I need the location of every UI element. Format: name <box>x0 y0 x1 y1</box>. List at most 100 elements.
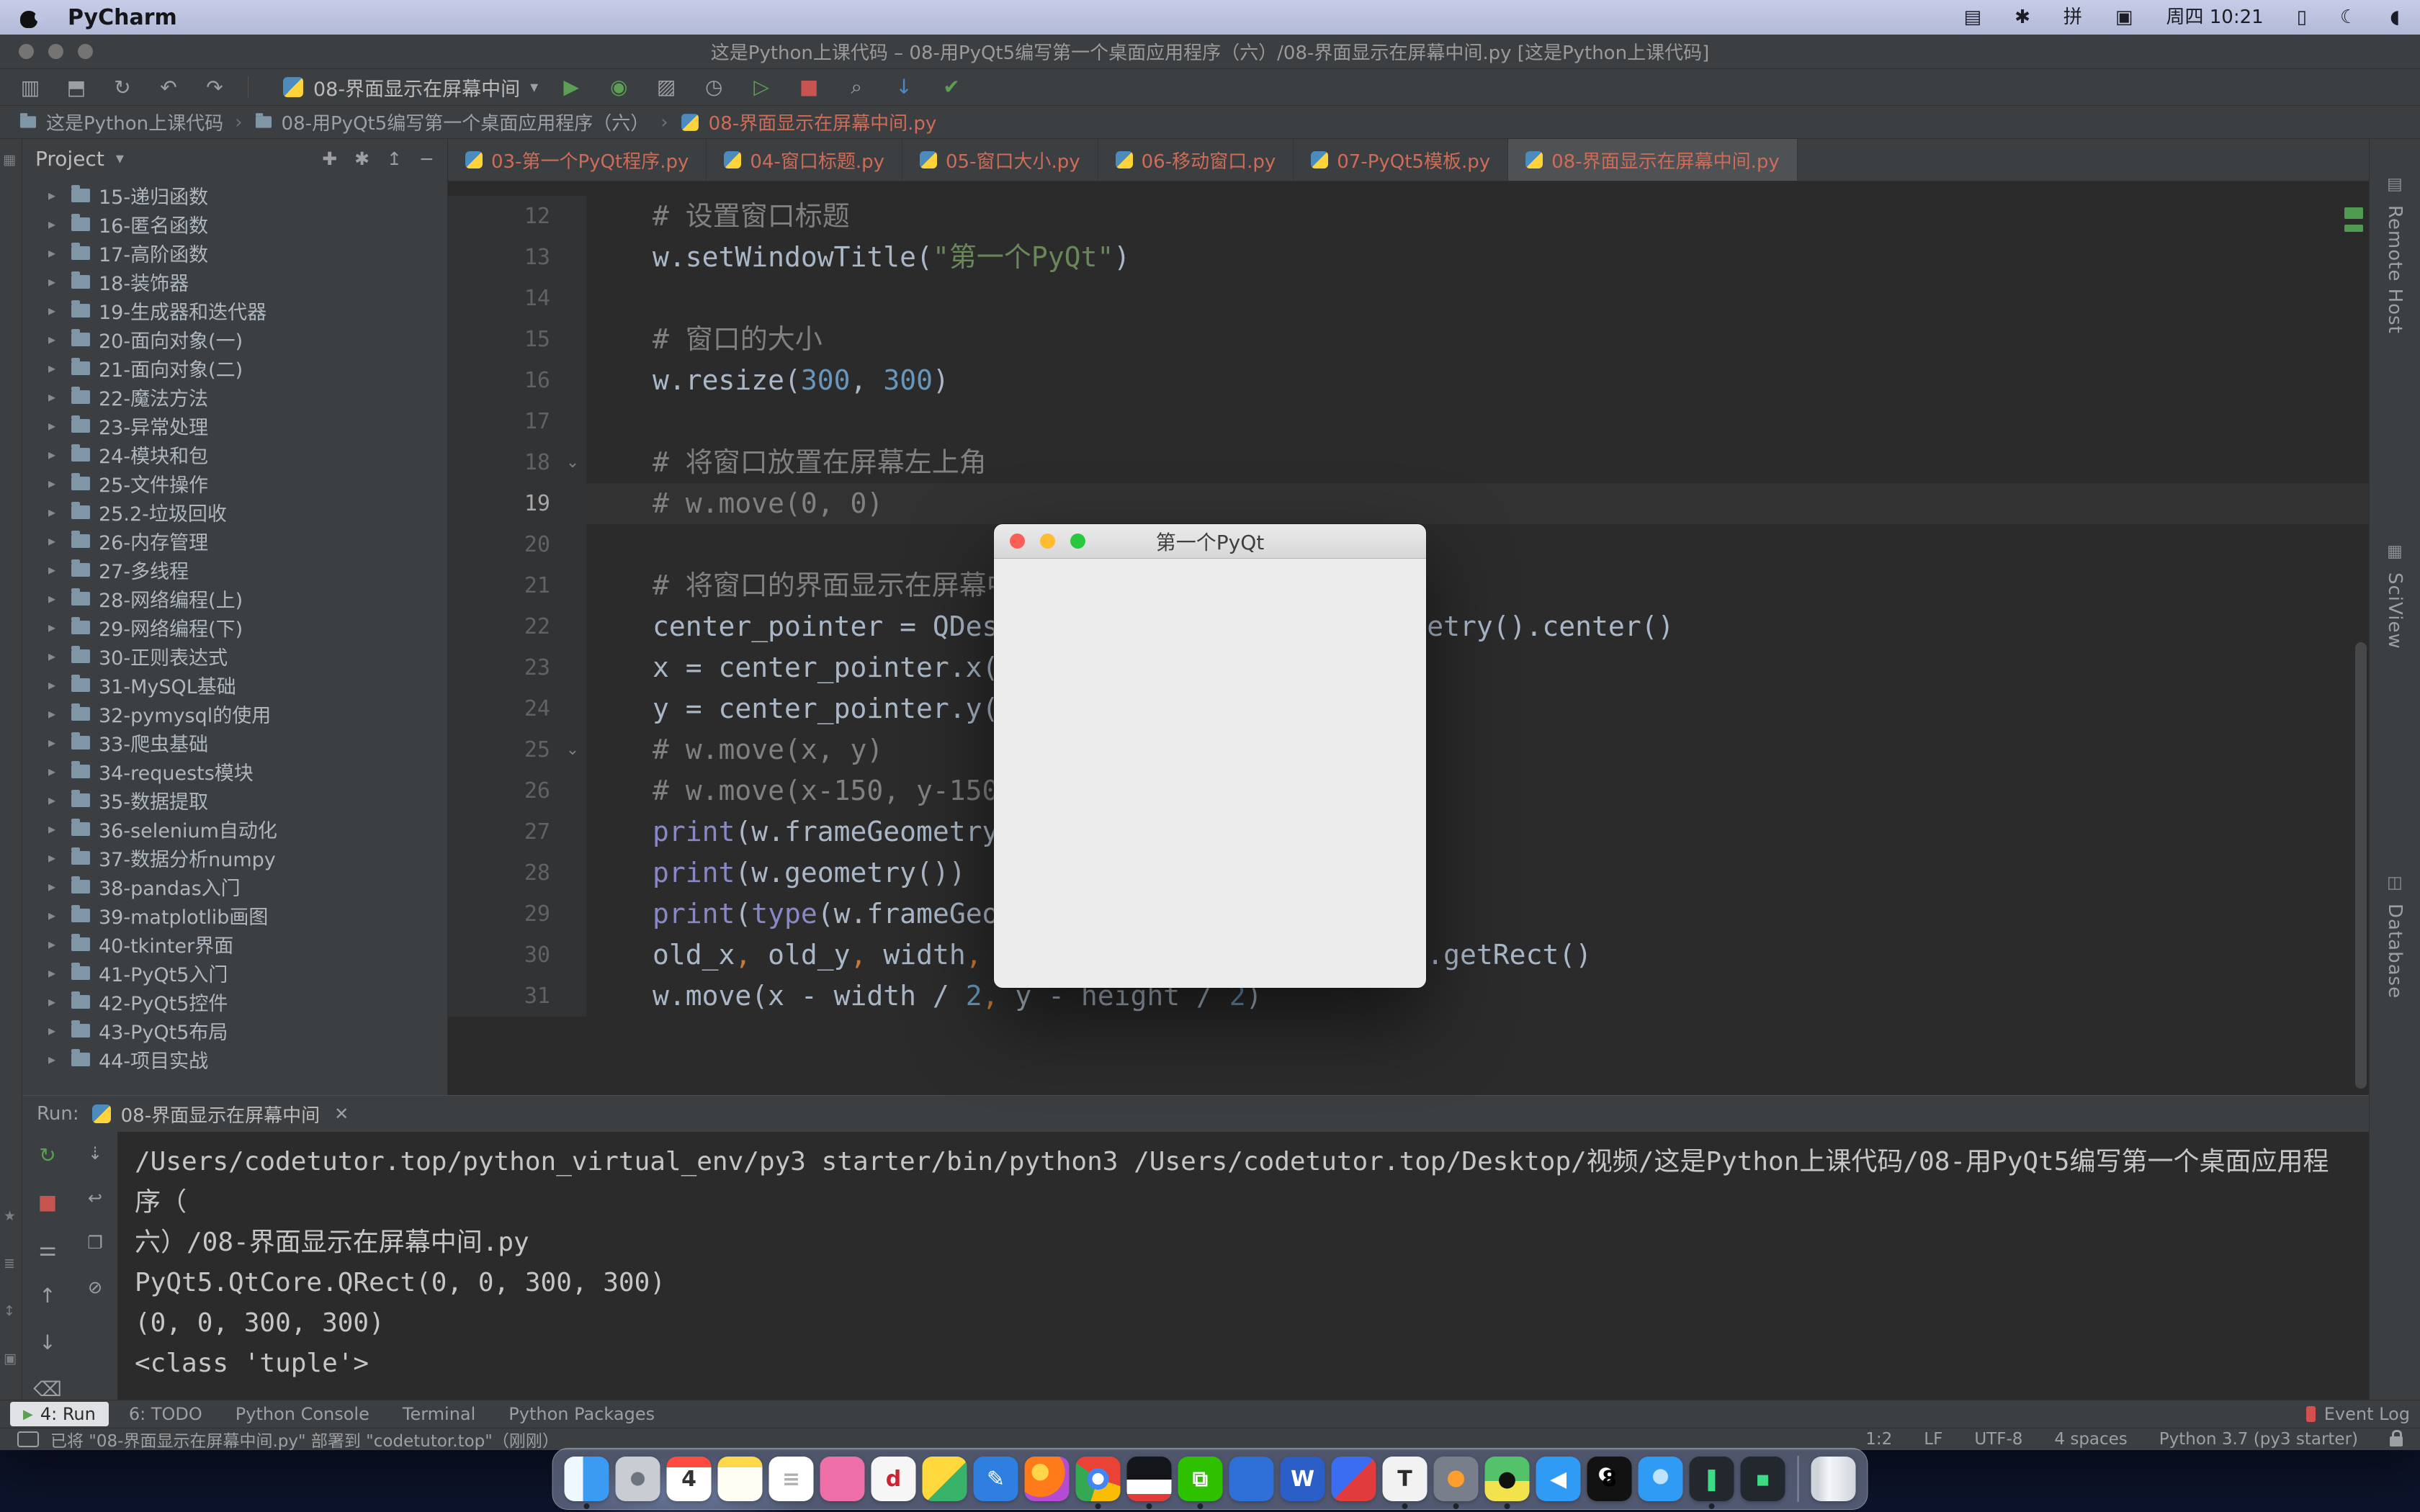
editor-tab[interactable]: 07-PyQt5模板.py <box>1294 139 1508 181</box>
code-line[interactable]: 12# 设置窗口标题 <box>448 196 2369 237</box>
coverage-icon[interactable]: ▨ <box>653 75 679 99</box>
tree-item[interactable]: ▸21-面向对象(二) <box>22 354 447 382</box>
chevron-right-icon[interactable]: ▸ <box>48 734 63 751</box>
up-stack-icon[interactable]: ↑ <box>39 1284 55 1308</box>
tool-window-button-sciview[interactable]: ▦SciView <box>2370 542 2420 649</box>
pyqt-traffic-lights[interactable] <box>1010 534 1085 549</box>
tree-item[interactable]: ▸40-tkinter界面 <box>22 930 447 958</box>
tree-item[interactable]: ▸39-matplotlib画图 <box>22 901 447 930</box>
tree-item[interactable]: ▸26-内存管理 <box>22 526 447 555</box>
tree-item[interactable]: ▸28-网络编程(上) <box>22 584 447 613</box>
pyqt-zoom-button[interactable] <box>1070 534 1085 549</box>
word-app-icon[interactable]: W <box>1281 1457 1325 1501</box>
bottom-tab-6-todo[interactable]: 6: TODO <box>116 1402 215 1426</box>
pyqt-app-window[interactable]: 第一个PyQt <box>994 524 1426 988</box>
stop-icon[interactable]: ■ <box>796 75 822 99</box>
green-oval-app-icon[interactable] <box>923 1457 967 1501</box>
code-line[interactable]: 13w.setWindowTitle("第一个PyQt") <box>448 237 2369 278</box>
redo-icon[interactable]: ↷ <box>202 76 228 99</box>
run-configuration-selector[interactable]: 08-界面显示在屏幕中间 ▾ <box>283 73 538 102</box>
window-traffic-lights[interactable] <box>19 44 93 59</box>
apple-menu-icon[interactable] <box>20 6 39 28</box>
profiler-icon[interactable]: ◷ <box>701 75 727 99</box>
breadcrumb-item[interactable]: 这是Python上课代码 <box>19 109 223 135</box>
input-method-icon[interactable]: 拼 <box>2063 0 2082 35</box>
tree-item[interactable]: ▸24-模块和包 <box>22 440 447 469</box>
hide-icon[interactable]: − <box>419 148 434 169</box>
code-line[interactable]: 16w.resize(300, 300) <box>448 360 2369 401</box>
tree-item[interactable]: ▸25.2-垃圾回收 <box>22 498 447 526</box>
minimize-window-button[interactable] <box>48 44 63 59</box>
chevron-right-icon[interactable]: ▸ <box>48 359 63 377</box>
code-line[interactable]: 19# w.move(0, 0) <box>448 483 2369 524</box>
project-panel-header[interactable]: Project ▾ ✚✱↥− <box>22 139 447 178</box>
dash-icon[interactable]: d <box>871 1457 916 1501</box>
phone-icon[interactable]: ▯ <box>2297 0 2307 35</box>
tree-item[interactable]: ▸31-MySQL基础 <box>22 670 447 699</box>
pyqt-title-bar[interactable]: 第一个PyQt <box>994 524 1426 559</box>
bottom-tab-python-console[interactable]: Python Console <box>223 1402 382 1426</box>
chevron-right-icon[interactable]: ▸ <box>48 964 63 981</box>
editor-tab[interactable]: 06-移动窗口.py <box>1098 139 1294 181</box>
status-bar-icon[interactable] <box>17 1431 39 1447</box>
utools-icon[interactable] <box>1434 1457 1479 1501</box>
system-preferences-icon[interactable] <box>616 1457 660 1501</box>
pyqt-minimize-button[interactable] <box>1040 534 1055 549</box>
chevron-right-icon[interactable]: ▸ <box>48 330 63 348</box>
pdf-app-icon[interactable] <box>1332 1457 1376 1501</box>
chevron-right-icon[interactable]: ▸ <box>48 993 63 1010</box>
expand-all-icon[interactable]: ✚ <box>322 148 337 169</box>
tree-item[interactable]: ▸19-生成器和迭代器 <box>22 296 447 325</box>
chevron-right-icon[interactable]: ▸ <box>48 186 63 204</box>
tool-window-button-remote-host[interactable]: ▤Remote Host <box>2370 175 2420 334</box>
blue-pencil-app-icon[interactable]: ✎ <box>974 1457 1018 1501</box>
bottom-tab-python-packages[interactable]: Python Packages <box>496 1402 668 1426</box>
pink-app-icon[interactable] <box>820 1457 865 1501</box>
wechat-icon[interactable]: ⧉ <box>1178 1457 1223 1501</box>
chevron-right-icon[interactable]: ▸ <box>48 388 63 405</box>
tool-window-button-database[interactable]: ◫Database <box>2370 873 2420 999</box>
siri-icon[interactable]: ◖ <box>2390 0 2400 35</box>
editor-tab[interactable]: 05-窗口大小.py <box>902 139 1098 181</box>
chevron-right-icon[interactable]: ▸ <box>48 647 63 665</box>
chevron-right-icon[interactable]: ▸ <box>48 906 63 924</box>
tree-item[interactable]: ▸16-匿名函数 <box>22 210 447 238</box>
project-tool-icon[interactable]: ▦ <box>3 152 16 168</box>
code-line[interactable]: 17 <box>448 401 2369 442</box>
soft-wrap-icon[interactable]: ↩ <box>88 1188 102 1208</box>
tree-item[interactable]: ▸38-pandas入门 <box>22 872 447 901</box>
camera-icon[interactable]: ▣ <box>2115 0 2133 35</box>
ide-title-bar[interactable]: 这是Python上课代码 – 08-用PyQt5编写第一个桌面应用程序（六）/0… <box>0 35 2420 69</box>
chevron-right-icon[interactable]: ▸ <box>48 618 63 636</box>
status-widget[interactable]: LF <box>1924 1430 1942 1449</box>
chevron-right-icon[interactable]: ▸ <box>48 878 63 895</box>
notes-icon[interactable] <box>718 1457 763 1501</box>
save-all-icon[interactable]: ⬒ <box>63 76 89 99</box>
tree-item[interactable]: ▸23-异常处理 <box>22 411 447 440</box>
eight-ball-app-icon[interactable]: 8 <box>1587 1457 1632 1501</box>
panda-app-icon[interactable]: ● <box>1485 1457 1530 1501</box>
textedit-icon[interactable]: ≡ <box>769 1457 814 1501</box>
close-window-button[interactable] <box>19 44 34 59</box>
tree-item[interactable]: ▸27-多线程 <box>22 555 447 584</box>
fold-marker-icon[interactable]: ⌄ <box>559 741 586 759</box>
bottom-tab-terminal[interactable]: Terminal <box>390 1402 488 1426</box>
status-widget[interactable]: 1:2 <box>1865 1430 1892 1449</box>
chevron-right-icon[interactable]: ▸ <box>48 302 63 319</box>
clock-text[interactable]: 周四 10:21 <box>2166 0 2263 35</box>
print-icon[interactable]: ❐ <box>87 1233 103 1253</box>
chevron-right-icon[interactable]: ▸ <box>48 791 63 809</box>
structure-tool-icon[interactable]: ≣ <box>4 1256 17 1272</box>
tree-item[interactable]: ▸37-数据分析numpy <box>22 843 447 872</box>
pyqt-close-button[interactable] <box>1010 534 1025 549</box>
chevron-right-icon[interactable]: ▸ <box>48 1022 63 1039</box>
breadcrumb-item[interactable]: 08-用PyQt5编写第一个桌面应用程序（六） <box>254 109 650 135</box>
flower-icon[interactable]: ✱ <box>2015 0 2030 35</box>
close-icon[interactable]: ✕ <box>334 1104 349 1124</box>
clear-all-icon[interactable]: ⊘ <box>88 1277 102 1297</box>
tree-item[interactable]: ▸15-递归函数 <box>22 181 447 210</box>
chevron-right-icon[interactable]: ▸ <box>48 590 63 607</box>
tree-item[interactable]: ▸44-项目实战 <box>22 1045 447 1074</box>
grid-tool-icon[interactable]: ▣ <box>4 1351 17 1367</box>
tree-item[interactable]: ▸29-网络编程(下) <box>22 613 447 642</box>
